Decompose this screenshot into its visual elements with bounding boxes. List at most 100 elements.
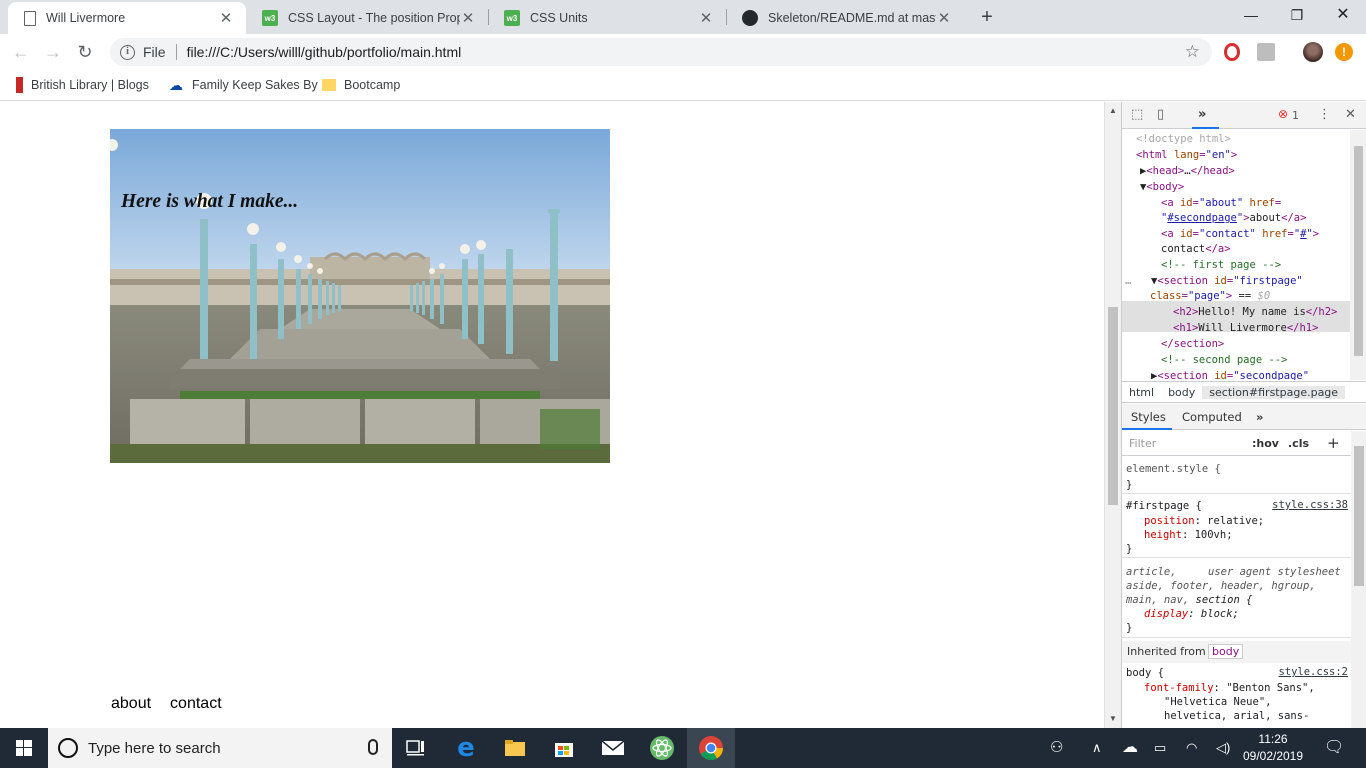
dom-line[interactable]: <!doctype html> [1136,132,1231,147]
elements-scrollbar[interactable] [1350,130,1366,380]
css-property[interactable]: display: block; [1144,607,1239,621]
dom-line[interactable]: <a id="about" href= [1161,196,1281,211]
rule-selector[interactable]: body { [1126,666,1164,680]
volume-icon[interactable]: ◁) [1216,728,1230,768]
tab-css-position[interactable]: w3 CSS Layout - The position Prope ✕ [246,2,488,34]
atom-icon[interactable] [638,728,686,768]
about-link[interactable]: about [111,695,151,713]
devtools-close-icon[interactable]: ✕ [1345,107,1356,122]
dom-line[interactable]: </section> [1161,337,1224,352]
opera-extension-icon[interactable] [1224,43,1240,61]
minimize-button[interactable]: — [1228,0,1274,30]
cls-toggle[interactable]: .cls [1288,437,1309,450]
dom-line[interactable]: <a id="contact" href="#"> [1161,227,1319,242]
more-tabs-icon[interactable]: » [1256,410,1263,424]
tab-computed[interactable]: Computed [1182,410,1242,424]
forward-button[interactable]: → [40,39,66,65]
info-icon[interactable]: i [120,44,135,60]
css-property[interactable]: height: 100vh; [1144,528,1233,542]
tab-will-livermore[interactable]: Will Livermore ✕ [8,2,246,34]
bookmark-star-icon[interactable]: ☆ [1185,42,1200,62]
chrome-icon[interactable] [687,728,735,768]
mail-icon[interactable] [589,728,637,768]
css-property[interactable]: font-family: "Benton Sans", [1144,681,1315,695]
microphone-icon[interactable] [368,739,378,755]
breadcrumb-section[interactable]: section#firstpage.page [1202,385,1346,399]
dom-line[interactable]: <h2>Hello! My name is</h2> [1173,305,1337,320]
hov-toggle[interactable]: :hov [1252,437,1279,450]
rule-source-link[interactable]: style.css:38 [1272,499,1348,511]
device-toggle-icon[interactable]: ▯ [1157,107,1164,122]
back-button[interactable]: ← [8,39,34,65]
rule-source-link[interactable]: style.css:2 [1278,666,1348,678]
edge-icon[interactable]: e [442,728,490,768]
start-button[interactable] [0,728,48,768]
dom-line[interactable]: contact</a> [1161,242,1231,257]
page-scrollbar[interactable]: ▲ ▼ [1104,102,1121,728]
dom-line-selected[interactable]: ▼<section id="firstpage" [1151,274,1303,289]
dom-line[interactable]: <!-- first page --> [1161,258,1281,273]
action-center-icon[interactable]: 🗨 [1324,728,1344,768]
rule-selector[interactable]: article, [1126,565,1177,579]
reload-button[interactable]: ↻ [72,39,98,65]
network-icon[interactable]: ◠ [1186,728,1197,768]
dom-line-selected[interactable]: class="page"> == $0 [1150,289,1270,304]
rule-selector[interactable]: main, nav, section { [1126,593,1252,607]
address-bar[interactable]: i File file:///C:/Users/willl/github/por… [110,38,1212,66]
breadcrumb-body[interactable]: body [1161,386,1202,399]
tab-styles[interactable]: Styles [1131,410,1166,424]
task-view-icon[interactable] [392,728,440,768]
profile-avatar[interactable] [1303,42,1323,62]
address-url[interactable]: file:///C:/Users/willl/github/portfolio/… [187,44,462,60]
dom-line[interactable]: <html lang="en"> [1136,148,1237,163]
inherited-from-body[interactable]: body [1208,644,1244,659]
taskbar-search[interactable]: Type here to search [48,728,392,768]
new-tab-button[interactable]: + [975,5,999,29]
rule-selector[interactable]: aside, footer, header, hgroup, [1126,579,1316,593]
dom-line[interactable]: ▼<body> [1140,180,1184,195]
close-icon[interactable]: ✕ [936,9,952,27]
styles-scrollbar[interactable] [1351,431,1366,728]
tab-skeleton-readme[interactable]: Skeleton/README.md at master ✕ [726,2,964,34]
people-icon[interactable]: ⚇ [1050,728,1063,768]
close-icon[interactable]: ✕ [698,9,714,27]
show-hidden-icons[interactable]: ∧ [1092,728,1102,768]
bookmark-bootcamp[interactable]: Bootcamp [322,76,400,94]
close-window-button[interactable]: ✕ [1320,0,1366,30]
scroll-up-arrow-icon[interactable]: ▲ [1105,106,1121,115]
close-icon[interactable]: ✕ [218,9,234,27]
dom-line[interactable]: "#secondpage">about</a> [1161,211,1306,226]
breadcrumb-html[interactable]: html [1122,386,1161,399]
scroll-down-arrow-icon[interactable]: ▼ [1105,714,1121,723]
styles-scroll-thumb[interactable] [1354,446,1364,586]
devtools-menu-icon[interactable]: ⋮ [1318,107,1331,122]
battery-icon[interactable]: ▭ [1154,728,1166,768]
error-icon[interactable]: ⊗ [1278,107,1288,121]
bookmark-british-library[interactable]: British Library | Blogs [16,76,149,94]
extension-c-icon[interactable] [1257,43,1275,61]
node-actions-icon[interactable]: … [1125,274,1131,289]
css-property[interactable]: position: relative; [1144,514,1264,528]
new-rule-button[interactable]: + [1327,434,1340,452]
store-icon[interactable] [540,728,588,768]
rule-selector[interactable]: element.style { [1126,462,1221,476]
close-icon[interactable]: ✕ [460,9,476,27]
elements-scroll-thumb[interactable] [1354,146,1363,356]
page-scroll-thumb[interactable] [1108,307,1118,505]
onedrive-tray-icon[interactable]: ☁ [1122,728,1138,768]
restore-button[interactable]: ❐ [1274,0,1320,30]
inspect-element-icon[interactable]: ⬚ [1131,107,1143,122]
update-alert-icon[interactable]: ! [1335,43,1353,61]
bookmark-family-keep-sakes[interactable]: ☁ Family Keep Sakes By [168,76,318,94]
system-clock[interactable]: 11:26 09/02/2019 [1240,731,1306,765]
contact-link[interactable]: contact [170,695,222,713]
dom-line[interactable]: <h1>Will Livermore</h1> [1173,321,1318,336]
tab-css-units[interactable]: w3 CSS Units ✕ [488,2,726,34]
more-panels-icon[interactable]: » [1198,107,1206,122]
dom-line[interactable]: ▶<section id="secondpage" [1151,369,1309,380]
file-explorer-icon[interactable] [491,728,539,768]
dom-line[interactable]: <!-- second page --> [1161,353,1287,368]
filter-input[interactable]: Filter [1129,437,1156,450]
dom-line[interactable]: ▶<head>…</head> [1140,164,1235,179]
rule-selector[interactable]: #firstpage { [1126,499,1202,513]
